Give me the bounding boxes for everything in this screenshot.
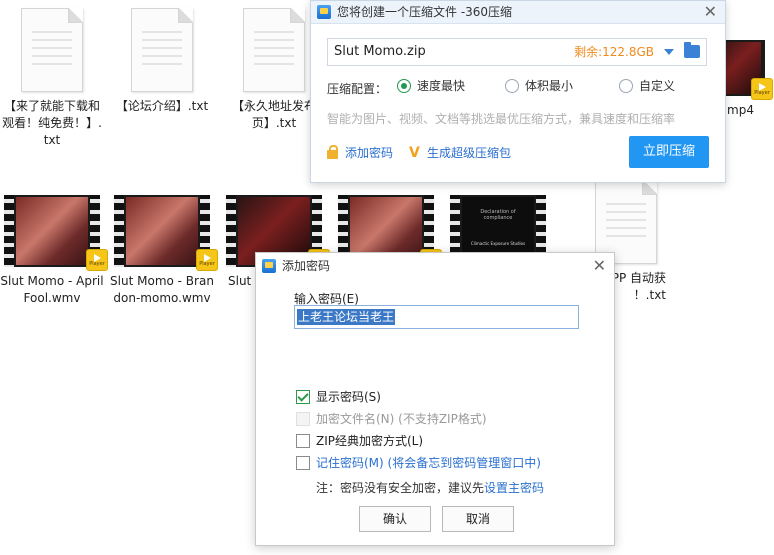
file-item[interactable]: Player Slut Momo - April Fool.wmv: [0, 195, 108, 307]
file-item[interactable]: 【来了就能下载和观看！纯免费！】.txt: [0, 8, 104, 149]
chevron-down-icon[interactable]: [664, 49, 674, 55]
compress-window: 您将创建一个压缩文件 -360压缩 ✕ Slut Momo.zip 剩余:122…: [310, 0, 726, 183]
compress-title: 您将创建一个压缩文件 -360压缩: [337, 5, 513, 19]
file-label: 【来了就能下载和观看！纯免费！】.txt: [2, 99, 102, 147]
show-password-checkbox[interactable]: 显示密码(S): [296, 389, 381, 405]
text-file-icon: [243, 8, 305, 92]
thumb-text: Climactic Exposure Studios: [470, 241, 526, 246]
player-badge-icon: Player: [86, 249, 108, 271]
file-item[interactable]: Player Slut Momo - Brandon-momo.wmv: [110, 195, 218, 307]
remember-password-checkbox[interactable]: 记住密码(M) (将会备忘到密码管理窗口中): [296, 455, 541, 471]
add-password-link[interactable]: 添加密码: [327, 145, 393, 161]
compress-hint: 智能为图片、视频、文档等挑选最优压缩方式，兼具速度和压缩率: [327, 112, 676, 126]
player-badge-icon: Player: [196, 249, 218, 271]
close-icon[interactable]: ✕: [593, 253, 606, 279]
password-titlebar[interactable]: 添加密码 ✕: [256, 253, 614, 279]
file-label: Slut Momo - Brandon-momo.wmv: [110, 274, 214, 305]
video-frame: [16, 197, 88, 265]
free-space-label: 剩余:122.8GB: [574, 45, 654, 59]
super-package-link[interactable]: V 生成超级压缩包: [409, 145, 511, 161]
radio-smallest[interactable]: 体积最小: [505, 78, 573, 94]
password-dialog-title: 添加密码: [282, 259, 331, 273]
radio-custom[interactable]: 自定义: [619, 78, 675, 94]
encrypt-filenames-checkbox: 加密文件名(N) (不支持ZIP格式): [296, 411, 487, 427]
filename-field[interactable]: Slut Momo.zip 剩余:122.8GB: [327, 38, 707, 66]
360zip-app-icon: [262, 259, 276, 273]
video-frame: [126, 197, 198, 265]
v-badge-icon: V: [409, 145, 420, 161]
lock-icon: [327, 145, 338, 159]
player-badge-icon: Player: [751, 78, 773, 100]
text-file-icon: [21, 8, 83, 92]
compress-now-button[interactable]: 立即压缩: [629, 136, 709, 168]
radio-fastest[interactable]: 速度最快: [397, 78, 465, 94]
add-password-dialog: 添加密码 ✕ 输入密码(E) 上老王论坛当老王 显示密码(S) 加密文件名(N)…: [255, 252, 615, 546]
cancel-button[interactable]: 取消: [442, 506, 514, 532]
set-master-password-link[interactable]: 设置主密码: [484, 481, 544, 495]
config-label: 压缩配置：: [327, 82, 388, 96]
thumb-text: Declaration of compliance: [480, 209, 516, 221]
video-thumbnail: Player: [114, 195, 218, 271]
compress-titlebar[interactable]: 您将创建一个压缩文件 -360压缩 ✕: [311, 1, 725, 24]
password-value[interactable]: 上老王论坛当老王: [297, 309, 396, 325]
password-input[interactable]: 上老王论坛当老王: [294, 305, 579, 329]
folder-icon[interactable]: [684, 42, 700, 58]
text-file-icon: [131, 8, 193, 92]
file-item[interactable]: 【论坛介绍】.txt: [110, 8, 214, 115]
ok-button[interactable]: 确认: [359, 506, 431, 532]
file-label: 【论坛介绍】.txt: [115, 99, 209, 113]
filename-value[interactable]: Slut Momo.zip: [334, 39, 426, 65]
360zip-app-icon: [317, 5, 331, 19]
close-icon[interactable]: ✕: [704, 1, 717, 23]
video-thumbnail: Player: [4, 195, 108, 271]
security-note: 注：密码没有安全加密，建议先设置主密码: [316, 481, 545, 495]
zip-classic-checkbox[interactable]: ZIP经典加密方式(L): [296, 433, 423, 449]
file-label: Slut Momo - April Fool.wmv: [0, 274, 104, 305]
